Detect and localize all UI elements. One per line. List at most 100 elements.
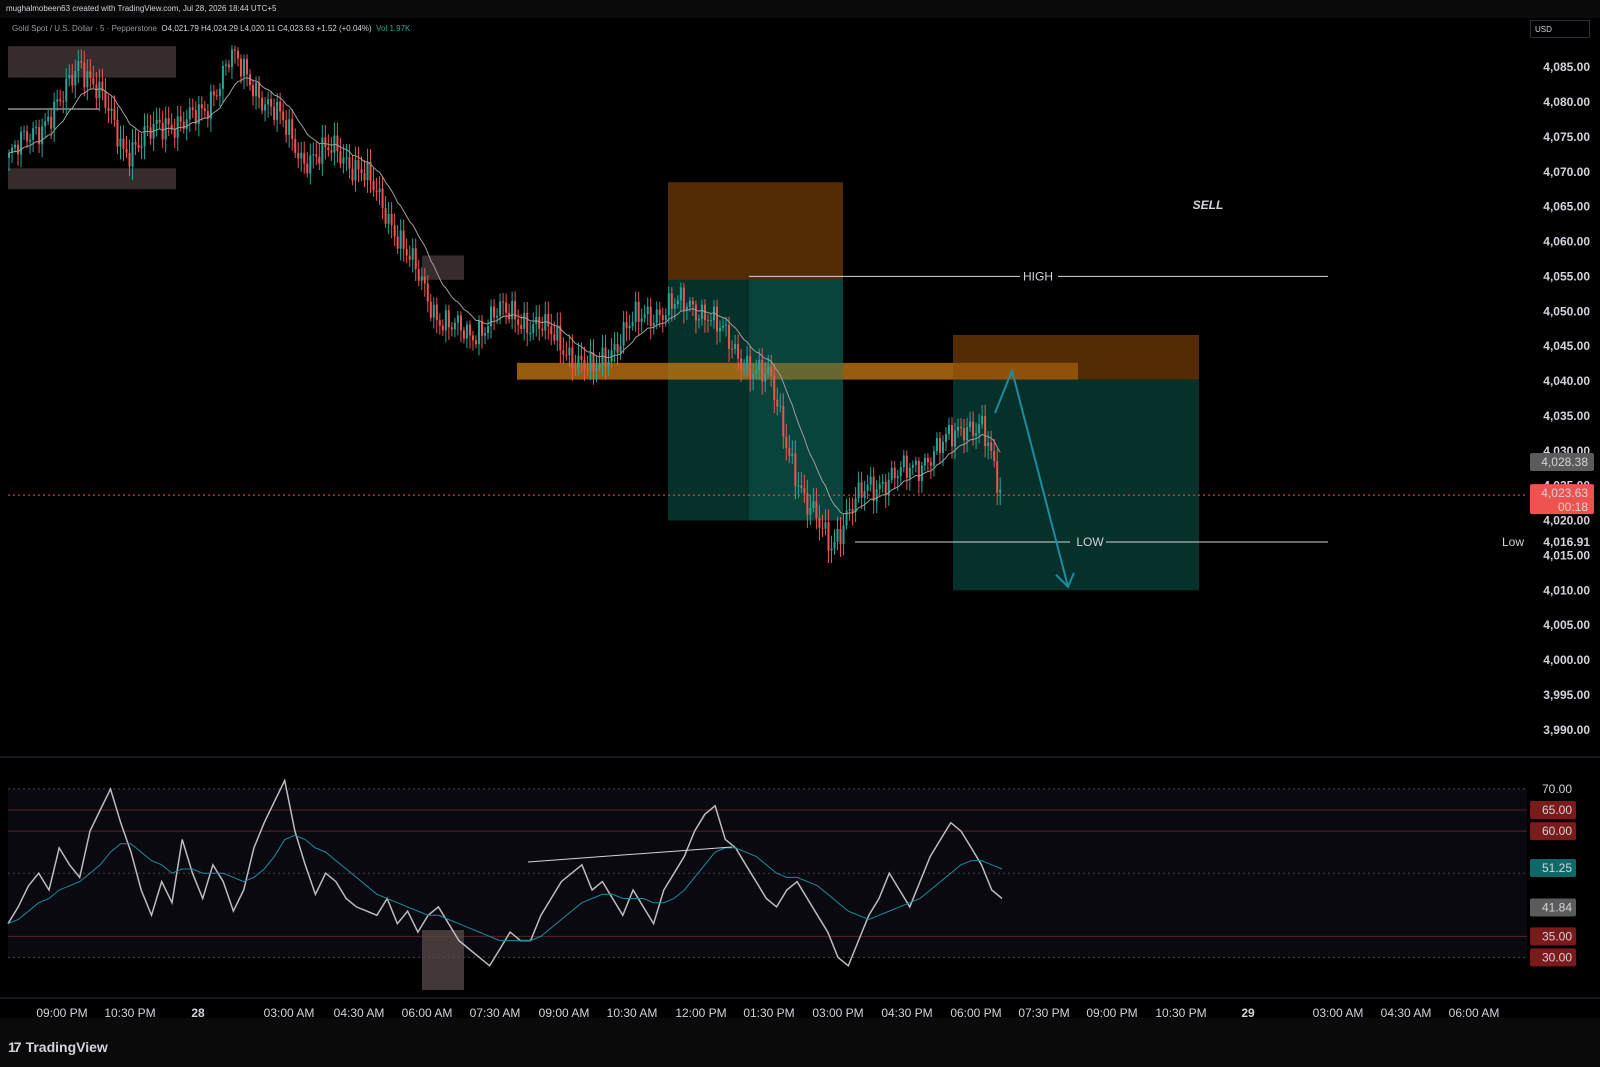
candle-body — [426, 283, 429, 302]
candle-body — [926, 457, 929, 463]
candle-body — [580, 355, 583, 360]
candle-body — [336, 135, 339, 152]
candle-body — [752, 374, 755, 379]
candle-body — [667, 293, 670, 316]
symbol-name[interactable]: Gold Spot / U.S. Dollar · 5 · Pepperston… — [12, 24, 157, 33]
candle-body — [914, 460, 917, 465]
candle-body — [571, 347, 574, 368]
candle-body — [984, 415, 987, 447]
candle-body — [911, 464, 914, 468]
candle-body — [89, 71, 92, 79]
candle-body — [743, 369, 746, 371]
candle-body — [929, 462, 932, 466]
candle-body — [285, 120, 288, 135]
candle-body — [116, 119, 119, 147]
candle-body — [797, 485, 800, 487]
candle-body — [65, 78, 68, 102]
candle-body — [526, 312, 529, 334]
price-tick-label: 4,015.00 — [1543, 548, 1590, 562]
candle-body — [173, 129, 176, 138]
candle-body — [134, 142, 137, 145]
candle-body — [396, 236, 399, 249]
candle-body — [827, 522, 830, 551]
candle-body — [661, 314, 664, 321]
candle-body — [881, 481, 884, 484]
candle-body — [529, 333, 532, 335]
candle-body — [110, 108, 113, 111]
candle-body — [29, 139, 32, 142]
candle-body — [279, 101, 282, 112]
candle-body — [122, 138, 125, 150]
candle-body — [312, 154, 315, 156]
candle-body — [860, 482, 863, 498]
candle-body — [158, 119, 161, 123]
price-tick-label: 4,075.00 — [1543, 130, 1590, 144]
candle-body — [987, 442, 990, 447]
candle-body — [728, 324, 731, 349]
candle-body — [938, 438, 941, 454]
candle-body — [80, 61, 83, 63]
candle-body — [32, 128, 35, 140]
candle-body — [324, 137, 327, 148]
tradingview-logo[interactable]: 17 TradingView — [8, 1039, 108, 1055]
candle-body — [960, 426, 963, 429]
candle-body — [776, 399, 779, 407]
candle-body — [649, 306, 652, 327]
candle-body — [740, 358, 743, 370]
candle-body — [230, 49, 233, 68]
candle-body — [957, 426, 960, 431]
candle-body — [511, 301, 514, 319]
candle-body — [782, 406, 785, 437]
candle-body — [941, 441, 944, 454]
candle-body — [652, 322, 655, 327]
candle-body — [306, 163, 309, 174]
price-tick-label: 4,005.00 — [1543, 618, 1590, 632]
candle-body — [505, 302, 508, 313]
candle-body — [86, 71, 89, 88]
candle-body — [553, 334, 556, 341]
candle-body — [815, 501, 818, 518]
candle-body — [399, 230, 402, 249]
candle-body — [438, 320, 441, 326]
rsi-tick-label: 41.84 — [1542, 901, 1572, 915]
candle-body — [258, 82, 261, 98]
candle-body — [140, 146, 143, 148]
candle-body — [411, 248, 414, 260]
candle-body — [351, 168, 354, 181]
candle-body — [26, 131, 29, 142]
candle-body — [890, 467, 893, 480]
candle-body — [92, 78, 95, 85]
candle-body — [203, 108, 206, 112]
candle-body — [499, 301, 502, 316]
chart-canvas[interactable]: HIGH LOW SELL 4,085.00 4,080.00 4,075.00 4,070… — [0, 0, 1600, 1067]
currency-selector[interactable]: USD — [1530, 20, 1590, 38]
zone-target-7 — [953, 379, 1199, 591]
candle-body — [845, 510, 848, 526]
candle-body — [218, 88, 221, 97]
candle-body — [514, 301, 517, 320]
candle-body — [236, 50, 239, 59]
candle-body — [848, 508, 851, 511]
candle-body — [402, 230, 405, 249]
candle-body — [384, 208, 387, 224]
candle-body — [161, 122, 164, 140]
candle-body — [565, 354, 568, 356]
candle-body — [363, 172, 366, 181]
rsi-tick-label: 30.00 — [1542, 950, 1572, 964]
candle-body — [520, 324, 523, 329]
zone-supply-0 — [8, 46, 176, 78]
candle-body — [806, 493, 809, 515]
candle-body — [487, 326, 490, 334]
candle-body — [628, 325, 631, 329]
candle-body — [441, 325, 444, 331]
high-label: HIGH — [1023, 269, 1053, 283]
candle-body — [465, 324, 468, 339]
candle-body — [233, 49, 236, 51]
candle-body — [616, 343, 619, 353]
candle-body — [878, 483, 881, 490]
candle-body — [917, 460, 920, 481]
candle-body — [345, 157, 348, 159]
candle-body — [637, 301, 640, 322]
candle-body — [923, 457, 926, 466]
candle-body — [550, 326, 553, 335]
